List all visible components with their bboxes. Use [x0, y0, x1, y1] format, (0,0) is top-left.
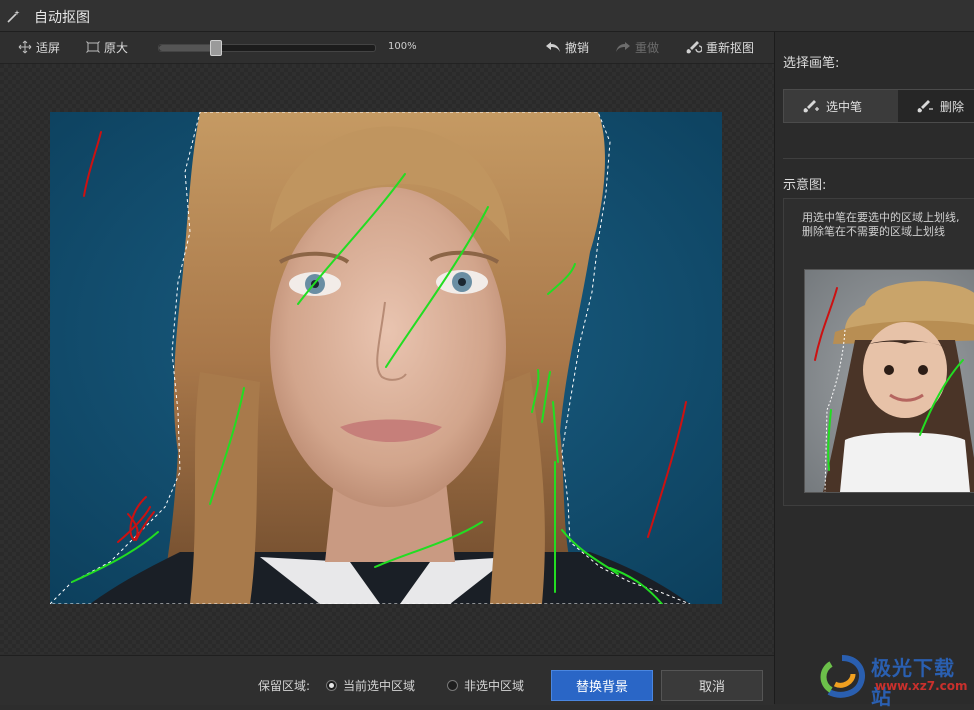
- brush-heading: 选择画笔:: [783, 56, 840, 71]
- title-bar: 自动抠图: [0, 0, 974, 32]
- keep-unselected-radio[interactable]: 非选中区域: [447, 677, 524, 694]
- right-panel: 选择画笔: 选中笔 删除 示意图: 用选中笔在要选中的区域上划线, 删除笔在不需…: [775, 32, 974, 704]
- rematting-label: 重新抠图: [706, 40, 755, 55]
- keep-area-label: 保留区域:: [258, 679, 311, 693]
- panel-separator: [783, 158, 974, 159]
- zoom-value: 100%: [388, 41, 417, 52]
- fit-screen-button[interactable]: 适屏: [18, 38, 60, 56]
- zoom-slider-fill: [159, 45, 216, 51]
- fit-screen-label: 适屏: [36, 40, 61, 55]
- magic-wand-icon: [7, 10, 20, 23]
- tab-select-brush[interactable]: 选中笔: [784, 90, 898, 122]
- editing-canvas[interactable]: [0, 64, 774, 654]
- undo-icon: [546, 42, 560, 52]
- aurora-logo-icon: [820, 655, 865, 698]
- rematting-button[interactable]: 重新抠图: [684, 38, 754, 56]
- redo-button[interactable]: 重做: [615, 38, 659, 56]
- toolbar: 适屏 原大 100% 撤销 重做 重新抠图: [0, 32, 774, 64]
- photo-with-selection[interactable]: [50, 112, 722, 604]
- tab-delete-brush[interactable]: 删除: [898, 90, 974, 122]
- bottom-bar: 保留区域: 当前选中区域 非选中区域 替换背景 取消: [0, 655, 774, 705]
- hint-heading: 示意图:: [783, 178, 827, 193]
- brush-tabs: 选中笔 删除: [783, 89, 974, 123]
- radio-on-icon: [326, 680, 337, 691]
- redo-label: 重做: [635, 40, 660, 55]
- redo-icon: [616, 42, 630, 52]
- watermark: 极光下载站 www.xz7.com: [815, 650, 974, 709]
- undo-label: 撤销: [565, 40, 590, 55]
- example-image: [804, 269, 974, 493]
- brush-remove-icon: [917, 100, 933, 113]
- actual-size-icon: [86, 41, 100, 53]
- radio-off-icon: [447, 680, 458, 691]
- watermark-url: www.xz7.com: [875, 679, 968, 693]
- undo-button[interactable]: 撤销: [545, 38, 589, 56]
- cancel-button[interactable]: 取消: [661, 670, 763, 701]
- zoom-slider-handle[interactable]: [210, 40, 223, 56]
- actual-size-label: 原大: [104, 40, 129, 55]
- hint-box: 用选中笔在要选中的区域上划线, 删除笔在不需要的区域上划线: [783, 198, 974, 506]
- brush-add-icon: [803, 100, 819, 113]
- window-title: 自动抠图: [34, 10, 90, 26]
- keep-unselected-label: 非选中区域: [464, 679, 525, 693]
- tab-select-brush-label: 选中笔: [826, 99, 863, 114]
- hint-line-2: 删除笔在不需要的区域上划线: [802, 225, 945, 238]
- brush-refresh-icon: [686, 41, 702, 54]
- actual-size-button[interactable]: 原大: [86, 38, 128, 56]
- keep-current-selection-label: 当前选中区域: [343, 679, 416, 693]
- keep-current-selection-radio[interactable]: 当前选中区域: [326, 677, 415, 694]
- replace-background-button[interactable]: 替换背景: [551, 670, 653, 701]
- zoom-slider[interactable]: [158, 40, 376, 56]
- tab-delete-brush-label: 删除: [940, 99, 965, 114]
- fit-screen-icon: [18, 40, 32, 54]
